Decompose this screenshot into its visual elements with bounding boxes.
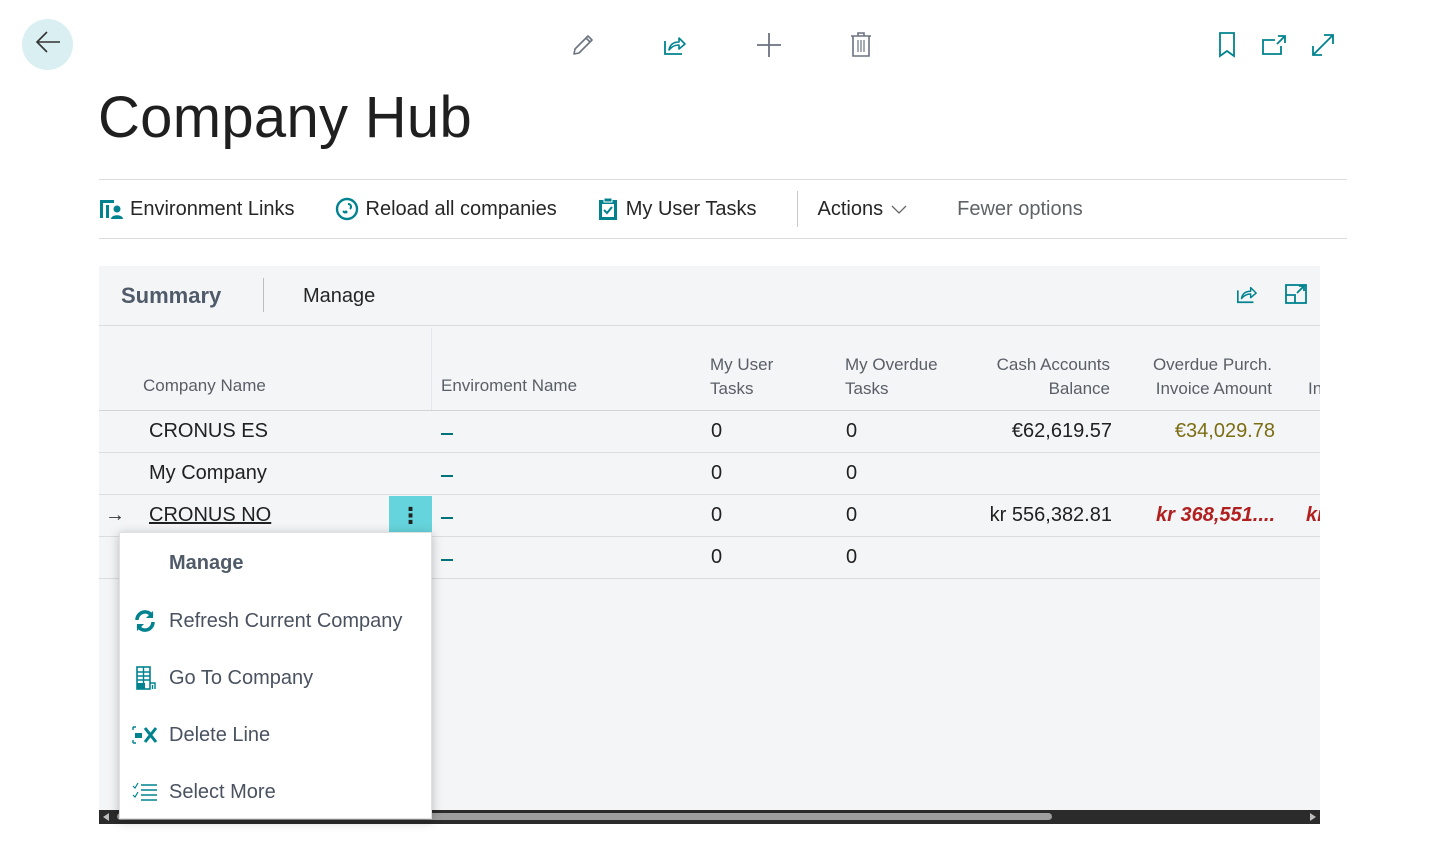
environment-links-action[interactable]: Environment Links — [99, 180, 295, 238]
header-line: Tasks — [845, 379, 889, 398]
partial-cell[interactable]: kr — [1306, 504, 1320, 527]
row-actions-button[interactable]: ⋮ — [389, 496, 432, 536]
overdue-purch-cell[interactable]: kr 368,551.... — [1119, 504, 1275, 527]
my-user-tasks-label: My User Tasks — [625, 197, 757, 220]
expand-icon — [1310, 32, 1336, 63]
select-more-icon — [120, 782, 169, 802]
header-line: My User — [710, 355, 774, 374]
actions-menu-button[interactable]: Actions — [818, 180, 908, 238]
part-header: Summary Manage — [99, 266, 1320, 326]
header-line: Invoice Amount — [1155, 379, 1272, 398]
delete-button[interactable] — [844, 30, 878, 64]
tab-summary[interactable]: Summary — [121, 283, 221, 309]
menu-item-refresh-current-company[interactable]: Refresh Current Company — [120, 596, 431, 646]
actions-label: Actions — [817, 197, 884, 220]
menu-item-label: Refresh Current Company — [169, 609, 403, 632]
bookmark-icon — [1218, 31, 1236, 63]
menu-item-select-more[interactable]: Select More — [120, 767, 431, 817]
environment-links-icon — [99, 198, 123, 220]
scroll-left-arrow-icon[interactable] — [103, 813, 109, 821]
pencil-icon — [570, 32, 596, 63]
header-line: Balance — [1048, 379, 1110, 398]
column-header-my-overdue-tasks[interactable]: My Overdue Tasks — [845, 353, 938, 401]
page-title: Company Hub — [98, 85, 473, 150]
my-user-tasks-cell[interactable]: 0 — [711, 504, 722, 527]
building-icon — [120, 666, 169, 690]
my-overdue-tasks-cell[interactable]: 0 — [846, 420, 857, 443]
cash-balance-cell[interactable]: kr 556,382.81 — [959, 504, 1112, 527]
cash-balance-cell[interactable]: €62,619.57 — [959, 420, 1112, 443]
my-overdue-tasks-cell[interactable]: 0 — [846, 504, 857, 527]
environment-name-link[interactable] — [441, 559, 453, 561]
current-row-arrow-icon: → — [105, 504, 125, 526]
fewer-options-button[interactable]: Fewer options — [957, 180, 1083, 238]
new-button[interactable] — [752, 30, 786, 64]
part-share-button[interactable] — [1233, 282, 1261, 310]
arrow-left-icon — [35, 31, 61, 58]
my-overdue-tasks-cell[interactable]: 0 — [846, 462, 857, 485]
header-line: Cash Accounts — [996, 355, 1110, 374]
task-clipboard-icon — [597, 197, 619, 221]
company-name-cell[interactable]: My Company — [149, 462, 267, 485]
column-header-environment-name[interactable]: Enviroment Name — [441, 374, 577, 398]
environment-name-link[interactable] — [441, 433, 453, 435]
my-user-tasks-cell[interactable]: 0 — [711, 546, 722, 569]
tab-separator — [263, 278, 264, 312]
share-button[interactable] — [658, 30, 692, 64]
column-divider — [431, 328, 432, 410]
column-header-my-user-tasks[interactable]: My User Tasks — [710, 353, 773, 401]
reload-all-companies-label: Reload all companies — [365, 197, 557, 220]
plus-icon — [756, 32, 782, 63]
company-name-cell[interactable]: CRONUS NO — [149, 504, 271, 527]
edit-button[interactable] — [566, 30, 600, 64]
action-separator — [796, 191, 798, 227]
my-user-tasks-cell[interactable]: 0 — [711, 462, 722, 485]
environment-name-link[interactable] — [441, 517, 453, 519]
column-header-cash-accounts-balance[interactable]: Cash Accounts Balance — [979, 353, 1110, 401]
expand-button[interactable] — [1306, 30, 1340, 64]
more-vertical-icon: ⋮ — [399, 503, 422, 528]
action-bar: Environment Links Reload all companies M… — [99, 179, 1347, 239]
column-header-overdue-purch-invoice-amount[interactable]: Overdue Purch. Invoice Amount — [1139, 353, 1272, 401]
trash-icon — [850, 31, 872, 63]
menu-title: Manage — [169, 552, 244, 574]
back-button[interactable] — [22, 19, 73, 70]
refresh-icon — [120, 609, 169, 633]
delete-line-icon — [120, 725, 169, 745]
menu-item-label: Delete Line — [169, 723, 271, 746]
header-line: My Overdue — [845, 355, 938, 374]
column-header-company-name[interactable]: Company Name — [143, 374, 266, 398]
column-header-partial[interactable]: In — [1308, 377, 1320, 401]
header-line: Overdue Purch. — [1152, 355, 1272, 374]
header-line: Tasks — [710, 379, 754, 398]
open-part-icon — [1284, 283, 1308, 310]
menu-item-label: Go To Company — [169, 666, 314, 689]
environment-links-label: Environment Links — [130, 197, 295, 220]
open-new-window-button[interactable] — [1257, 30, 1291, 64]
table-row[interactable]: CRONUS ES 0 0 €62,619.57 €34,029.78 — [99, 411, 1320, 453]
row-context-menu: Manage Refresh Current Company Go To Com… — [119, 532, 432, 819]
table-row[interactable]: My Company 0 0 — [99, 453, 1320, 495]
table-row-selected[interactable]: → CRONUS NO ⋮ 0 0 kr 556,382.81 kr 368,5… — [99, 495, 1320, 537]
share-icon — [1235, 283, 1259, 310]
fewer-options-label: Fewer options — [957, 197, 1083, 220]
menu-item-delete-line[interactable]: Delete Line — [120, 710, 431, 760]
my-overdue-tasks-cell[interactable]: 0 — [846, 546, 857, 569]
my-user-tasks-action[interactable]: My User Tasks — [597, 180, 757, 238]
my-user-tasks-cell[interactable]: 0 — [711, 420, 722, 443]
bookmark-button[interactable] — [1210, 30, 1244, 64]
menu-item-label: Select More — [169, 780, 276, 803]
reload-all-companies-action[interactable]: Reload all companies — [335, 180, 557, 238]
environment-name-link[interactable] — [441, 475, 453, 477]
reload-icon — [335, 197, 359, 221]
share-icon — [662, 32, 688, 63]
open-in-new-window-icon — [1261, 32, 1287, 63]
scroll-right-arrow-icon[interactable] — [1310, 813, 1316, 821]
part-expand-button[interactable] — [1282, 282, 1310, 310]
overdue-purch-cell[interactable]: €34,029.78 — [1119, 420, 1275, 443]
chevron-down-icon — [891, 198, 907, 221]
tab-manage[interactable]: Manage — [303, 285, 375, 308]
company-name-cell[interactable]: CRONUS ES — [149, 420, 268, 443]
menu-item-go-to-company[interactable]: Go To Company — [120, 653, 431, 703]
